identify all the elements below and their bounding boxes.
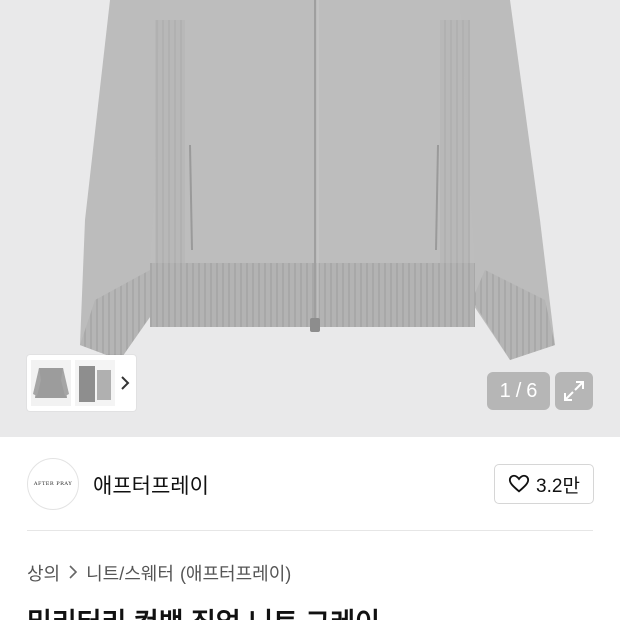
breadcrumb-category[interactable]: 상의: [27, 560, 60, 586]
thumbnail-strip[interactable]: [27, 355, 136, 411]
chevron-right-icon[interactable]: [117, 371, 133, 395]
product-title: 밀리터리 컨백 집업 니트 그레이: [27, 601, 380, 620]
expand-button[interactable]: [555, 372, 593, 410]
divider: [27, 530, 593, 531]
thumbnail-image[interactable]: [31, 360, 71, 406]
image-counter: 1 / 6: [487, 372, 550, 410]
breadcrumb-brand-tag[interactable]: (애프터프레이): [180, 560, 291, 586]
heart-outline-icon: [508, 474, 530, 493]
brand-row: AFTER PRAY 애프터프레이 3.2만: [0, 437, 620, 532]
total-image-count: 6: [526, 379, 538, 402]
like-count: 3.2만: [536, 475, 580, 497]
breadcrumb: 상의 니트/스웨터 (애프터프레이): [27, 560, 291, 586]
expand-arrows-icon: [564, 381, 584, 401]
brand-name-link[interactable]: 애프터프레이: [93, 470, 209, 500]
chevron-right-icon: [68, 563, 78, 584]
breadcrumb-subcategory[interactable]: 니트/스웨터: [86, 560, 174, 586]
thumbnail-image[interactable]: [75, 360, 115, 406]
brand-logo-text: AFTER PRAY: [33, 481, 73, 487]
counter-separator: /: [515, 379, 522, 402]
product-image-gallery[interactable]: 1 / 6: [0, 0, 620, 437]
brand-logo[interactable]: AFTER PRAY: [27, 458, 79, 510]
like-button[interactable]: 3.2만: [494, 464, 594, 504]
current-image-index: 1: [499, 379, 511, 402]
